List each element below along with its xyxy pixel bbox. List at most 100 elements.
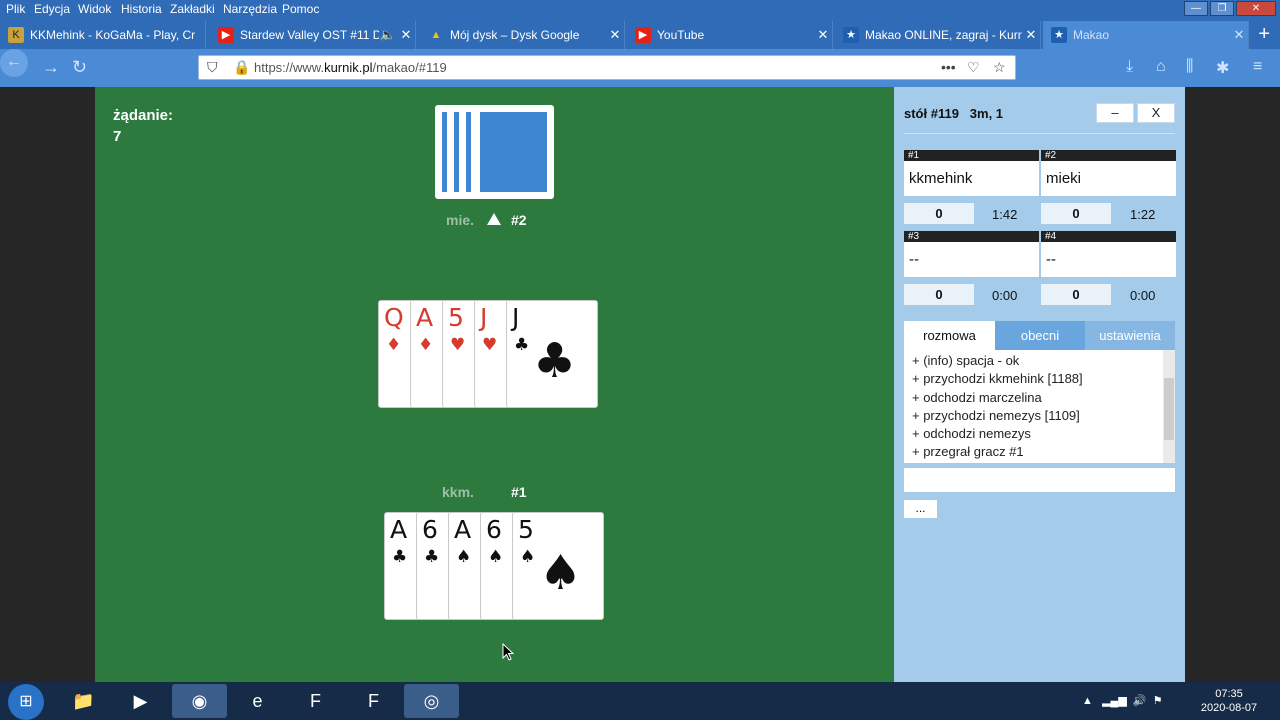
top-player-name: mie.	[446, 212, 475, 228]
menu-item-historia[interactable]: Historia	[121, 2, 162, 16]
seat-player-name: --	[1041, 242, 1176, 277]
table-card[interactable]: J ♣ ♣	[506, 300, 598, 408]
close-tab-icon[interactable]: ✕	[1022, 27, 1040, 43]
shield-icon[interactable]: ⛉	[207, 59, 218, 76]
internet-explorer-icon[interactable]: e	[230, 684, 285, 718]
home-icon[interactable]: ⌂	[1156, 58, 1166, 76]
tab-kogama[interactable]: K KKMehink - KoGaMa - Play, Cr	[0, 21, 206, 49]
tab-obecni[interactable]: obecni	[995, 321, 1085, 350]
volume-icon[interactable]: 🔊	[1133, 695, 1147, 707]
taskbar: ⊞ 📁 ▶ ◉ e F F ◎ ▲ ▂▄▆ 🔊 ⚑ 07:35 2020-08-…	[0, 682, 1280, 720]
hand-card[interactable]: 5 ♠ ♠	[512, 512, 604, 620]
card-rank: J	[480, 303, 488, 332]
tab-label: YouTube	[657, 28, 705, 42]
seat-2[interactable]: #2 mieki	[1041, 150, 1176, 196]
tab-drive[interactable]: ▲ Mój dysk – Dysk Google ✕	[420, 21, 625, 49]
draw-deck[interactable]	[435, 105, 554, 199]
page-content: żądanie: 7 mie. #2 Q ♦ A ♦ 5 ♥ J ♥ J ♣ ♣ kkm. #1 A…	[0, 87, 1280, 682]
card-rank: 6	[422, 515, 438, 544]
card-suit-icon: ♠	[520, 547, 536, 567]
card-rank: Q	[384, 303, 404, 332]
close-tab-icon[interactable]: ✕	[606, 27, 624, 43]
kogama-icon: K	[8, 27, 24, 43]
pocket-icon[interactable]: ♡	[967, 59, 980, 76]
chat-line: + przychodzi nemezys [1109]	[912, 407, 1080, 423]
clock[interactable]: 07:35 2020-08-07	[1198, 687, 1260, 715]
minimize-window-button[interactable]: —	[1184, 1, 1208, 16]
mouse-cursor-icon	[502, 643, 514, 661]
close-tab-icon[interactable]: ✕	[814, 27, 832, 43]
close-tab-icon[interactable]: ✕	[1230, 27, 1248, 43]
bookmark-star-icon[interactable]: ☆	[993, 59, 1006, 76]
download-icon[interactable]: ⤓	[1126, 58, 1133, 76]
tray-expand-icon[interactable]: ▲	[1082, 695, 1093, 707]
close-window-button[interactable]: ✕	[1236, 1, 1276, 16]
page-actions-icon[interactable]: •••	[941, 59, 956, 75]
table-settings-info: 3m, 1	[969, 106, 1004, 121]
start-button[interactable]: ⊞	[8, 684, 44, 720]
more-options-button[interactable]: ...	[904, 500, 937, 518]
media-player-icon[interactable]: ▶	[113, 684, 168, 718]
chat-log[interactable]: + (info) spacja - ok + przychodzi kkmehi…	[904, 350, 1175, 463]
seat-1[interactable]: #1 kkmehink	[904, 150, 1039, 196]
card-rank: A	[454, 515, 472, 544]
action-center-icon[interactable]: ⚑	[1153, 695, 1163, 707]
hamburger-menu-icon[interactable]: ≡	[1253, 58, 1262, 76]
player-hand: A ♣ 6 ♣ A ♠ 6 ♠ 5 ♠ ♠	[384, 512, 610, 622]
chat-line: + odchodzi marczelina	[912, 389, 1042, 405]
address-bar[interactable]: ⛉ 🔒 https://www.kurnik.pl/makao/#119 •••…	[198, 55, 1016, 80]
chat-line: + (info) spacja - ok	[912, 353, 1020, 368]
seat-4[interactable]: #4 --	[1041, 231, 1176, 277]
seat-3-timer: 0:00	[992, 288, 1018, 303]
firefox-icon[interactable]: ◉	[172, 684, 227, 718]
app-f-icon[interactable]: F	[346, 684, 401, 718]
menu-item-widok[interactable]: Widok	[78, 2, 111, 16]
close-table-button[interactable]: X	[1137, 103, 1175, 123]
minimize-panel-button[interactable]: –	[1096, 103, 1134, 123]
card-rank: 6	[486, 515, 502, 544]
network-icon[interactable]: ▂▄▆	[1102, 695, 1127, 707]
deck-top-card-back	[480, 112, 547, 192]
tab-label: Makao	[1073, 28, 1110, 42]
youtube-icon: ▶	[635, 27, 651, 43]
deck-card-stripe	[442, 112, 447, 192]
file-explorer-icon[interactable]: 📁	[56, 684, 111, 718]
seat-1-score: 0	[904, 203, 974, 224]
maximize-window-button[interactable]: ❐	[1210, 1, 1234, 16]
tab-bar: K KKMehink - KoGaMa - Play, Cr ▶ Stardew…	[0, 19, 1280, 49]
lock-icon[interactable]: 🔒	[233, 59, 250, 76]
tab-makao-online[interactable]: ★ Makao ONLINE, zagraj - Kurnik ✕	[835, 21, 1041, 49]
scrollbar-thumb[interactable]	[1164, 378, 1174, 440]
menu-bar: Plik Edycja Widok Historia Zakładki Narz…	[0, 0, 1280, 19]
seat-player-name: --	[904, 242, 1039, 277]
speaker-icon[interactable]: 🔈	[379, 27, 397, 43]
new-tab-button[interactable]: +	[1258, 23, 1270, 46]
tab-youtube[interactable]: ▶ YouTube ✕	[627, 21, 833, 49]
tab-makao[interactable]: ★ Makao ✕	[1043, 21, 1249, 49]
back-button[interactable]: ←	[0, 49, 28, 77]
chat-input[interactable]	[904, 468, 1175, 492]
menu-item-zakladki[interactable]: Zakładki	[170, 2, 215, 16]
obs-icon[interactable]: ◎	[404, 684, 459, 718]
seat-player-name: kkmehink	[904, 161, 1039, 196]
navigation-bar: ← → ↻ ⛉ 🔒 https://www.kurnik.pl/makao/#1…	[0, 49, 1280, 87]
tab-ustawienia[interactable]: ustawienia	[1085, 321, 1175, 350]
menu-item-edycja[interactable]: Edycja	[34, 2, 70, 16]
card-rank: J	[512, 303, 520, 332]
chat-scrollbar[interactable]	[1163, 350, 1175, 463]
forward-button[interactable]: →	[42, 57, 60, 78]
seat-2-score: 0	[1041, 203, 1111, 224]
menu-item-plik[interactable]: Plik	[6, 2, 25, 16]
tab-stardew[interactable]: ▶ Stardew Valley OST #11 Dis 🔈 ✕	[210, 21, 416, 49]
library-icon[interactable]: ⫼	[1186, 58, 1193, 76]
tab-rozmowa[interactable]: rozmowa	[904, 321, 995, 350]
top-player-seat: #2	[511, 212, 527, 228]
menu-item-narzedzia[interactable]: Narzędzia	[223, 2, 277, 16]
app-f-icon[interactable]: F	[288, 684, 343, 718]
extension-gear-icon[interactable]: ✱	[1216, 58, 1229, 78]
menu-item-pomoc[interactable]: Pomoc	[282, 2, 319, 16]
close-tab-icon[interactable]: ✕	[397, 27, 415, 43]
seat-3[interactable]: #3 --	[904, 231, 1039, 277]
clock-time: 07:35	[1215, 688, 1243, 700]
reload-button[interactable]: ↻	[72, 57, 87, 78]
